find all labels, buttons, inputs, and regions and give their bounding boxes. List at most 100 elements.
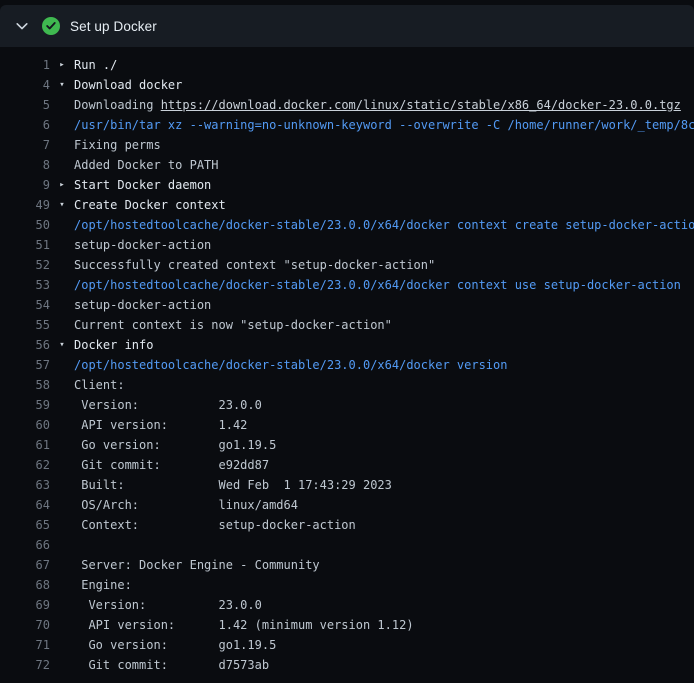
line-number[interactable]: 61 (0, 435, 50, 455)
line-number[interactable]: 71 (0, 635, 50, 655)
line-number[interactable]: 63 (0, 475, 50, 495)
line-number[interactable]: 69 (0, 595, 50, 615)
line-number[interactable]: 64 (0, 495, 50, 515)
gutter-spacer (50, 295, 74, 315)
log-text: Fixing perms (74, 135, 161, 155)
line-number[interactable]: 72 (0, 655, 50, 675)
line-number[interactable]: 8 (0, 155, 50, 175)
log-command-text: /opt/hostedtoolcache/docker-stable/23.0.… (74, 215, 694, 235)
line-number[interactable]: 49 (0, 195, 50, 215)
line-number[interactable]: 7 (0, 135, 50, 155)
log-line: 62 Git commit: e92dd87 (0, 455, 694, 475)
line-number[interactable]: 6 (0, 115, 50, 135)
gutter-spacer (50, 95, 74, 115)
gutter-spacer (50, 255, 74, 275)
line-number[interactable]: 62 (0, 455, 50, 475)
line-number[interactable]: 51 (0, 235, 50, 255)
line-number[interactable]: 60 (0, 415, 50, 435)
line-number[interactable]: 4 (0, 75, 50, 95)
log-text: Go version: go1.19.5 (74, 435, 276, 455)
log-line: 7 Fixing perms (0, 135, 694, 155)
line-number[interactable]: 68 (0, 575, 50, 595)
line-number[interactable]: 9 (0, 175, 50, 195)
log-line: 51 setup-docker-action (0, 235, 694, 255)
log-group-line[interactable]: 1▸Run ./ (0, 55, 694, 75)
log-line: 70 API version: 1.42 (minimum version 1.… (0, 615, 694, 635)
gutter-spacer (50, 455, 74, 475)
log-line: 57/opt/hostedtoolcache/docker-stable/23.… (0, 355, 694, 375)
gutter-spacer (50, 395, 74, 415)
log-line: 8 Added Docker to PATH (0, 155, 694, 175)
gutter-spacer (50, 615, 74, 635)
group-expanded-icon[interactable]: ▾ (50, 195, 74, 215)
log-text: Current context is now "setup-docker-act… (74, 315, 392, 335)
gutter-spacer (50, 415, 74, 435)
line-number[interactable]: 57 (0, 355, 50, 375)
log-text: API version: 1.42 (minimum version 1.12) (74, 615, 414, 635)
group-title: Start Docker daemon (74, 175, 211, 195)
log-line: 54 setup-docker-action (0, 295, 694, 315)
gutter-spacer (50, 135, 74, 155)
group-title: Run ./ (74, 55, 117, 75)
log-text: setup-docker-action (74, 295, 211, 315)
log-command-text: /opt/hostedtoolcache/docker-stable/23.0.… (74, 355, 507, 375)
log-text: Downloading https://download.docker.com/… (74, 95, 681, 115)
line-number[interactable]: 52 (0, 255, 50, 275)
line-number[interactable]: 1 (0, 55, 50, 75)
log-line: 58Client: (0, 375, 694, 395)
log-text: Added Docker to PATH (74, 155, 219, 175)
log-group-line[interactable]: 49▾Create Docker context (0, 195, 694, 215)
line-number[interactable]: 53 (0, 275, 50, 295)
line-number[interactable]: 70 (0, 615, 50, 635)
gutter-spacer (50, 655, 74, 675)
gutter-spacer (50, 275, 74, 295)
log-line: 53/opt/hostedtoolcache/docker-stable/23.… (0, 275, 694, 295)
group-collapsed-icon[interactable]: ▸ (50, 55, 74, 75)
line-number[interactable]: 54 (0, 295, 50, 315)
log-line: 55 Current context is now "setup-docker-a… (0, 315, 694, 335)
line-number[interactable]: 65 (0, 515, 50, 535)
gutter-spacer (50, 635, 74, 655)
line-number[interactable]: 67 (0, 555, 50, 575)
log-line: 60 API version: 1.42 (0, 415, 694, 435)
gutter-spacer (50, 575, 74, 595)
line-number[interactable]: 5 (0, 95, 50, 115)
group-title: Create Docker context (74, 195, 226, 215)
chevron-down-icon[interactable] (14, 18, 30, 34)
log-line: 68 Engine: (0, 575, 694, 595)
log-line: 59 Version: 23.0.0 (0, 395, 694, 415)
gutter-spacer (50, 435, 74, 455)
log-line: 50/opt/hostedtoolcache/docker-stable/23.… (0, 215, 694, 235)
gutter-spacer (50, 235, 74, 255)
group-expanded-icon[interactable]: ▾ (50, 335, 74, 355)
group-title: Docker info (74, 335, 153, 355)
check-circle-success-icon (42, 17, 60, 35)
line-number[interactable]: 56 (0, 335, 50, 355)
group-collapsed-icon[interactable]: ▸ (50, 175, 74, 195)
log-text: Successfully created context "setup-dock… (74, 255, 435, 275)
log-text: Git commit: d7573ab (74, 655, 269, 675)
log-group-line[interactable]: 9▸Start Docker daemon (0, 175, 694, 195)
log-text: setup-docker-action (74, 235, 211, 255)
log-group-line[interactable]: 4▾Download docker (0, 75, 694, 95)
gutter-spacer (50, 495, 74, 515)
line-number[interactable]: 50 (0, 215, 50, 235)
gutter-spacer (50, 115, 74, 135)
line-number[interactable]: 59 (0, 395, 50, 415)
step-header[interactable]: Set up Docker (0, 5, 694, 47)
gutter-spacer (50, 315, 74, 335)
log-command-text: /opt/hostedtoolcache/docker-stable/23.0.… (74, 275, 681, 295)
line-number[interactable]: 66 (0, 535, 50, 555)
log-line: 63 Built: Wed Feb 1 17:43:29 2023 (0, 475, 694, 495)
log-text: Context: setup-docker-action (74, 515, 356, 535)
gutter-spacer (50, 515, 74, 535)
group-expanded-icon[interactable]: ▾ (50, 75, 74, 95)
log-link[interactable]: https://download.docker.com/linux/static… (161, 98, 681, 112)
line-number[interactable]: 58 (0, 375, 50, 395)
gutter-spacer (50, 535, 74, 555)
gutter-spacer (50, 355, 74, 375)
line-number[interactable]: 55 (0, 315, 50, 335)
log-text: OS/Arch: linux/amd64 (74, 495, 298, 515)
log-group-line[interactable]: 56▾Docker info (0, 335, 694, 355)
log-line: 5 Downloading https://download.docker.com… (0, 95, 694, 115)
